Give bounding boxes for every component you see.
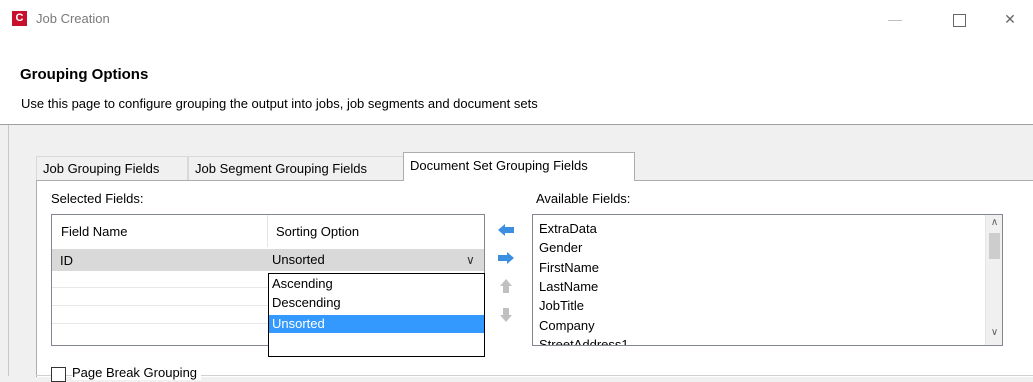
dropdown-option-ascending[interactable]: Ascending [269, 275, 484, 293]
move-up-button[interactable] [496, 277, 516, 295]
minimize-button[interactable]: — [872, 4, 918, 34]
tab-document-set-grouping-fields[interactable]: Document Set Grouping Fields [403, 152, 635, 181]
list-item[interactable]: FirstName [539, 260, 599, 275]
move-down-button[interactable] [496, 306, 516, 324]
vertical-scrollbar[interactable]: ∧ ∨ [985, 215, 1002, 345]
list-item[interactable]: Gender [539, 240, 582, 255]
list-item[interactable]: Company [539, 318, 595, 333]
column-separator [267, 215, 268, 247]
page-title: Grouping Options [20, 66, 149, 83]
sorting-option-select[interactable]: Unsorted [272, 252, 325, 267]
list-item[interactable]: LastName [539, 279, 598, 294]
page-description: Use this page to configure grouping the … [21, 96, 538, 111]
table-row[interactable]: ID Unsorted ∨ [52, 249, 484, 271]
title-bar: C Job Creation — ✕ [0, 0, 1033, 38]
arrow-right-icon [498, 252, 514, 264]
page-break-grouping-checkbox[interactable] [51, 367, 66, 382]
tab-job-segment-grouping-fields[interactable]: Job Segment Grouping Fields [188, 156, 404, 180]
arrow-left-icon [498, 224, 514, 236]
available-fields-label: Available Fields: [536, 191, 631, 206]
field-name-cell: ID [60, 253, 73, 268]
sorting-option-dropdown[interactable]: Ascending Descending Unsorted [268, 273, 485, 357]
app-logo-icon: C [12, 11, 27, 26]
dropdown-option-descending[interactable]: Descending [269, 294, 484, 312]
arrow-down-icon [500, 308, 512, 322]
scroll-down-icon[interactable]: ∨ [986, 327, 1002, 338]
list-item[interactable]: JobTitle [539, 298, 584, 313]
move-left-button[interactable] [496, 221, 516, 239]
content-border [8, 125, 9, 376]
arrow-up-icon [500, 279, 512, 293]
scroll-thumb[interactable] [989, 233, 1000, 259]
scroll-up-icon[interactable]: ∧ [986, 217, 1002, 228]
move-right-button[interactable] [496, 249, 516, 267]
dropdown-option-unsorted[interactable]: Unsorted [269, 315, 484, 333]
tab-job-grouping-fields[interactable]: Job Grouping Fields [36, 156, 188, 180]
selected-fields-label: Selected Fields: [51, 191, 144, 206]
close-button[interactable]: ✕ [987, 4, 1033, 34]
maximize-button[interactable] [936, 4, 982, 34]
available-fields-list[interactable]: ExtraData Gender FirstName LastName JobT… [532, 214, 1003, 346]
maximize-icon [952, 13, 966, 27]
list-item[interactable]: ExtraData [539, 221, 597, 236]
page-break-grouping-label: Page Break Grouping [72, 365, 202, 380]
column-header-field-name[interactable]: Field Name [61, 224, 127, 239]
list-item[interactable]: StreetAddress1 [539, 337, 629, 345]
chevron-down-icon[interactable]: ∨ [466, 253, 475, 267]
wizard-header: Grouping Options Use this page to config… [0, 38, 1033, 125]
window-title: Job Creation [36, 11, 110, 26]
column-header-sorting-option[interactable]: Sorting Option [276, 224, 359, 239]
